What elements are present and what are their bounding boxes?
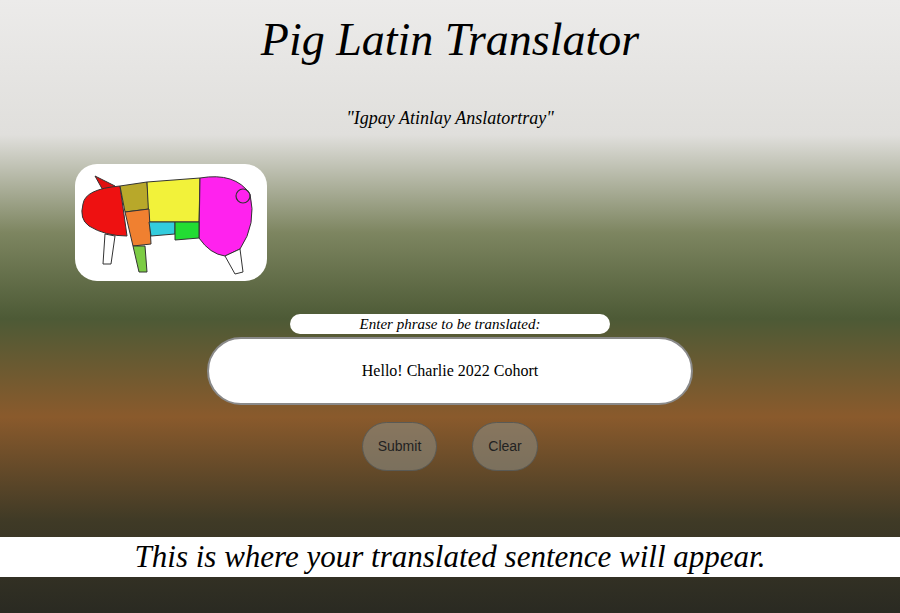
submit-button[interactable]: Submit xyxy=(362,422,437,471)
phrase-input[interactable] xyxy=(207,337,693,405)
button-row: Submit Clear xyxy=(362,422,538,471)
clear-button[interactable]: Clear xyxy=(472,422,538,471)
input-label: Enter phrase to be translated: xyxy=(290,314,610,334)
pig-icon xyxy=(75,164,267,281)
page-title: Pig Latin Translator xyxy=(261,10,639,70)
pig-picture xyxy=(75,164,267,281)
output-bar: This is where your translated sentence w… xyxy=(0,537,900,577)
page-subtitle: "Igpay Atinlay Anslatortray" xyxy=(346,106,553,130)
page: Pig Latin Translator "Igpay Atinlay Ansl… xyxy=(0,0,900,613)
